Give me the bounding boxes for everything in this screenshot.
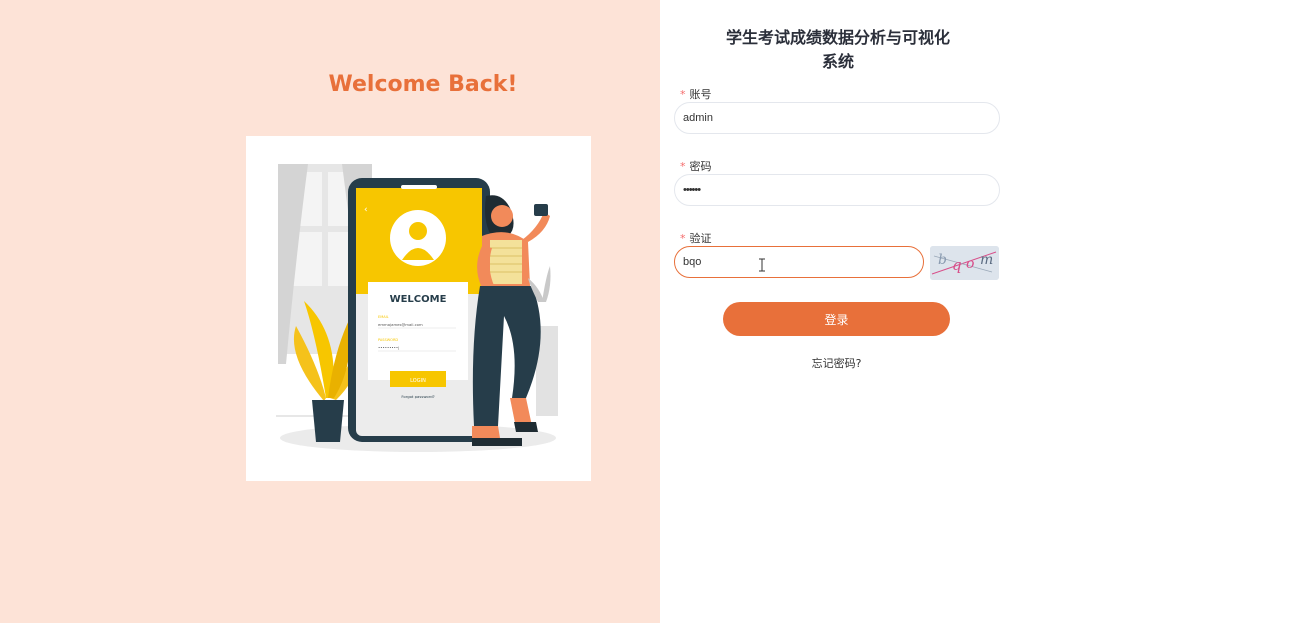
account-input[interactable] bbox=[674, 102, 1000, 134]
captcha-label-text: 验证 bbox=[689, 232, 712, 245]
phone-welcome-text: WELCOME bbox=[390, 294, 447, 305]
required-mark: * bbox=[680, 88, 686, 101]
captcha-label: * 验证 bbox=[680, 230, 712, 246]
phone-login-button: LOGIN bbox=[410, 378, 426, 384]
login-page: Welcome Back! ‹ WELCOME EMAIL emmajames@… bbox=[0, 0, 1316, 623]
account-label: * 账号 bbox=[680, 86, 712, 102]
svg-text:m: m bbox=[980, 252, 993, 268]
phone-email-value: emmajames@mail.com bbox=[378, 322, 423, 327]
password-input[interactable] bbox=[674, 174, 1000, 206]
left-panel: Welcome Back! ‹ WELCOME EMAIL emmajames@… bbox=[0, 0, 660, 623]
password-label: * 密码 bbox=[680, 158, 712, 174]
illustration-svg: ‹ WELCOME EMAIL emmajames@mail.com PASSW… bbox=[276, 164, 558, 452]
required-mark: * bbox=[680, 160, 686, 173]
captcha-input[interactable] bbox=[674, 246, 924, 278]
svg-text:q: q bbox=[952, 256, 962, 274]
required-mark: * bbox=[680, 232, 686, 245]
phone-password-label: PASSWORD bbox=[378, 338, 398, 342]
phone-email-label: EMAIL bbox=[378, 315, 389, 319]
text-cursor-icon bbox=[759, 258, 765, 272]
plant-pot bbox=[312, 400, 344, 442]
phone-forgot-link: Forgot password? bbox=[401, 394, 434, 399]
login-button[interactable]: 登录 bbox=[723, 302, 950, 336]
svg-text:‹: ‹ bbox=[364, 205, 368, 215]
forgot-password-link[interactable]: 忘记密码? bbox=[723, 355, 950, 371]
login-illustration: ‹ WELCOME EMAIL emmajames@mail.com PASSW… bbox=[246, 136, 591, 481]
phone-password-value: •••••••••| bbox=[378, 345, 399, 350]
woman-shoes bbox=[472, 438, 522, 446]
svg-text:b: b bbox=[938, 252, 947, 268]
system-title: 学生考试成绩数据分析与可视化系统 bbox=[725, 28, 950, 71]
captcha-graphic: b q o m bbox=[930, 246, 999, 280]
svg-text:o: o bbox=[966, 256, 974, 272]
account-label-text: 账号 bbox=[689, 88, 712, 101]
captcha-image[interactable]: b q o m bbox=[930, 246, 999, 280]
password-label-text: 密码 bbox=[689, 160, 712, 173]
woman-phone bbox=[534, 204, 548, 216]
woman-pants bbox=[472, 286, 541, 426]
login-form-panel: 学生考试成绩数据分析与可视化系统 *账号 *密码 *验证 b q o m 登录 bbox=[660, 0, 1316, 623]
